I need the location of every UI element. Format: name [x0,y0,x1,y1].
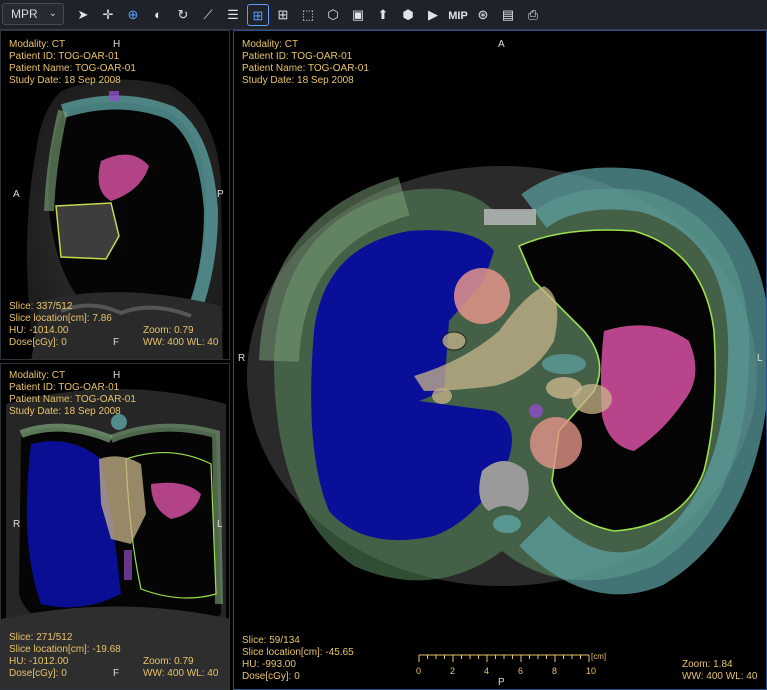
toolbar: MPR ⌄ ➤ ✛ ⊕ ◐ ↻ ⟋ ☰ ⊞ ⊞ ⬚ ⬡ ▣ ⬆ ⬢ ▶ MIP ⊛ ▤ ⎙ [0,0,767,30]
axial-orient-right: L [757,353,763,364]
axial-dose: Dose[cGy]: 0 [242,671,300,682]
ruler-line-icon: ⟋ [203,7,213,22]
coronal-slice-location: Slice location[cm]: -19.68 [9,644,121,655]
sagittal-orient-top: H [113,39,121,50]
ruler-label: 10 [586,666,597,676]
crosshair-tool[interactable]: ⊞ [247,4,269,26]
axial-zoom: Zoom: 1.84 [682,659,733,670]
coronal-orient-left: R [13,519,21,530]
layout-tool[interactable]: ⊞ [272,4,294,26]
play-button[interactable]: ▶ [422,4,444,26]
grid-layout-icon: ⊞ [277,7,289,22]
sagittal-dose: Dose[cGy]: 0 [9,337,67,348]
sagittal-patient-name: Patient Name: TOG-OAR-01 [9,63,136,74]
axial-slice-location: Slice location[cm]: -45.65 [242,647,354,658]
coronal-slice: Slice: 271/512 [9,632,73,643]
rotate-tool[interactable]: ↻ [172,4,194,26]
sagittal-hu: HU: -1014.00 [9,325,69,336]
axial-study-date: Study Date: 18 Sep 2008 [242,75,354,86]
document-lines-icon: ▤ [501,7,515,22]
axial-orient-bottom: P [498,677,505,688]
axial-viewport[interactable]: Modality: CT Patient ID: TOG-OAR-01 Pati… [233,30,767,690]
axial-modality: Modality: CT [242,39,299,50]
sagittal-study-date: Study Date: 18 Sep 2008 [9,75,121,86]
sagittal-orient-bottom: F [113,337,120,348]
volume-tool[interactable]: ⬢ [397,4,419,26]
sagittal-window-level: WW: 400 WL: 40 [143,337,219,348]
sagittal-modality: Modality: CT [9,39,66,50]
axial-patient-name: Patient Name: TOG-OAR-01 [242,63,369,74]
coronal-window-level: WW: 400 WL: 40 [143,668,219,679]
ruler-label: 6 [518,666,524,676]
coronal-hu: HU: -1012.00 [9,656,69,667]
coronal-patient-name: Patient Name: TOG-OAR-01 [9,394,136,405]
coronal-modality: Modality: CT [9,370,66,381]
mip-button[interactable]: MIP [447,4,469,26]
axial-slice: Slice: 59/134 [242,635,300,646]
coronal-orient-right: L [217,519,223,530]
ruler-label: 4 [484,666,490,676]
stack-tool[interactable]: ☰ [222,4,244,26]
fusion-tool[interactable]: ⊛ [472,4,494,26]
axial-orient-top: A [498,39,505,50]
square-fill-icon: ▣ [351,7,365,22]
axial-hu: HU: -993.00 [242,659,296,670]
roi-tool[interactable]: ⬚ [297,4,319,26]
mip-text-icon: MIP [448,10,468,22]
upload-box-icon: ⬆ [377,7,389,22]
sagittal-viewport[interactable]: Modality: CT Patient ID: TOG-OAR-01 Pati… [0,30,230,360]
view-mode-label: MPR [11,7,38,21]
pdf-file-icon: ⎙ [527,7,539,22]
axial-ruler-unit: [cm] [591,652,607,661]
sagittal-orient-right: P [217,189,224,200]
axial-orient-left: R [238,353,246,364]
coronal-patient-id: Patient ID: TOG-OAR-01 [9,382,120,393]
sagittal-slice-location: Slice location[cm]: 7.86 [9,313,112,324]
cube-icon: ⬡ [327,7,339,22]
move-cross-icon: ✛ [102,7,114,22]
zoom-tool[interactable]: ⊕ [122,4,144,26]
export-tool[interactable]: ⬆ [372,4,394,26]
coronal-dose: Dose[cGy]: 0 [9,668,67,679]
cube-rotate-icon: ⬢ [402,7,414,22]
ruler-label: 2 [450,666,456,676]
arrow-pointer-icon: ➤ [77,7,89,22]
pan-tool[interactable]: ✛ [97,4,119,26]
stacked-layers-icon: ☰ [227,7,239,22]
ruler-label: 0 [416,666,422,676]
crosshair-box-icon: ⊞ [252,8,264,23]
coronal-orient-bottom: F [113,668,120,679]
coronal-zoom: Zoom: 0.79 [143,656,194,667]
axial-window-level: WW: 400 WL: 40 [682,671,758,682]
dashed-select-icon: ⬚ [301,7,315,22]
sagittal-orient-left: A [13,189,20,200]
measure-tool[interactable]: ⟋ [197,4,219,26]
overlap-circles-icon: ⊛ [477,7,489,22]
sagittal-patient-id: Patient ID: TOG-OAR-01 [9,51,120,62]
coronal-orient-top: H [113,370,121,381]
axial-patient-id: Patient ID: TOG-OAR-01 [242,51,353,62]
sagittal-zoom: Zoom: 0.79 [143,325,194,336]
rotate-arrows-icon: ↻ [177,7,189,22]
report-tool[interactable]: ▤ [497,4,519,26]
coronal-viewport[interactable]: Modality: CT Patient ID: TOG-OAR-01 Pati… [0,363,230,690]
coronal-study-date: Study Date: 18 Sep 2008 [9,406,121,417]
pdf-tool[interactable]: ⎙ [522,4,544,26]
contrast-circle-icon: ◐ [154,7,162,22]
axial-ct-image [247,166,766,595]
window-level-tool[interactable]: ◐ [147,4,169,26]
sagittal-slice: Slice: 337/512 [9,301,73,312]
ruler-label: 8 [552,666,558,676]
view-mode-dropdown[interactable]: MPR ⌄ [2,3,64,25]
3d-tool[interactable]: ⬡ [322,4,344,26]
play-icon: ▶ [428,7,438,22]
pointer-tool[interactable]: ➤ [72,4,94,26]
chevron-down-icon: ⌄ [48,8,57,19]
magnifier-plus-icon: ⊕ [127,7,139,22]
mask-tool[interactable]: ▣ [347,4,369,26]
